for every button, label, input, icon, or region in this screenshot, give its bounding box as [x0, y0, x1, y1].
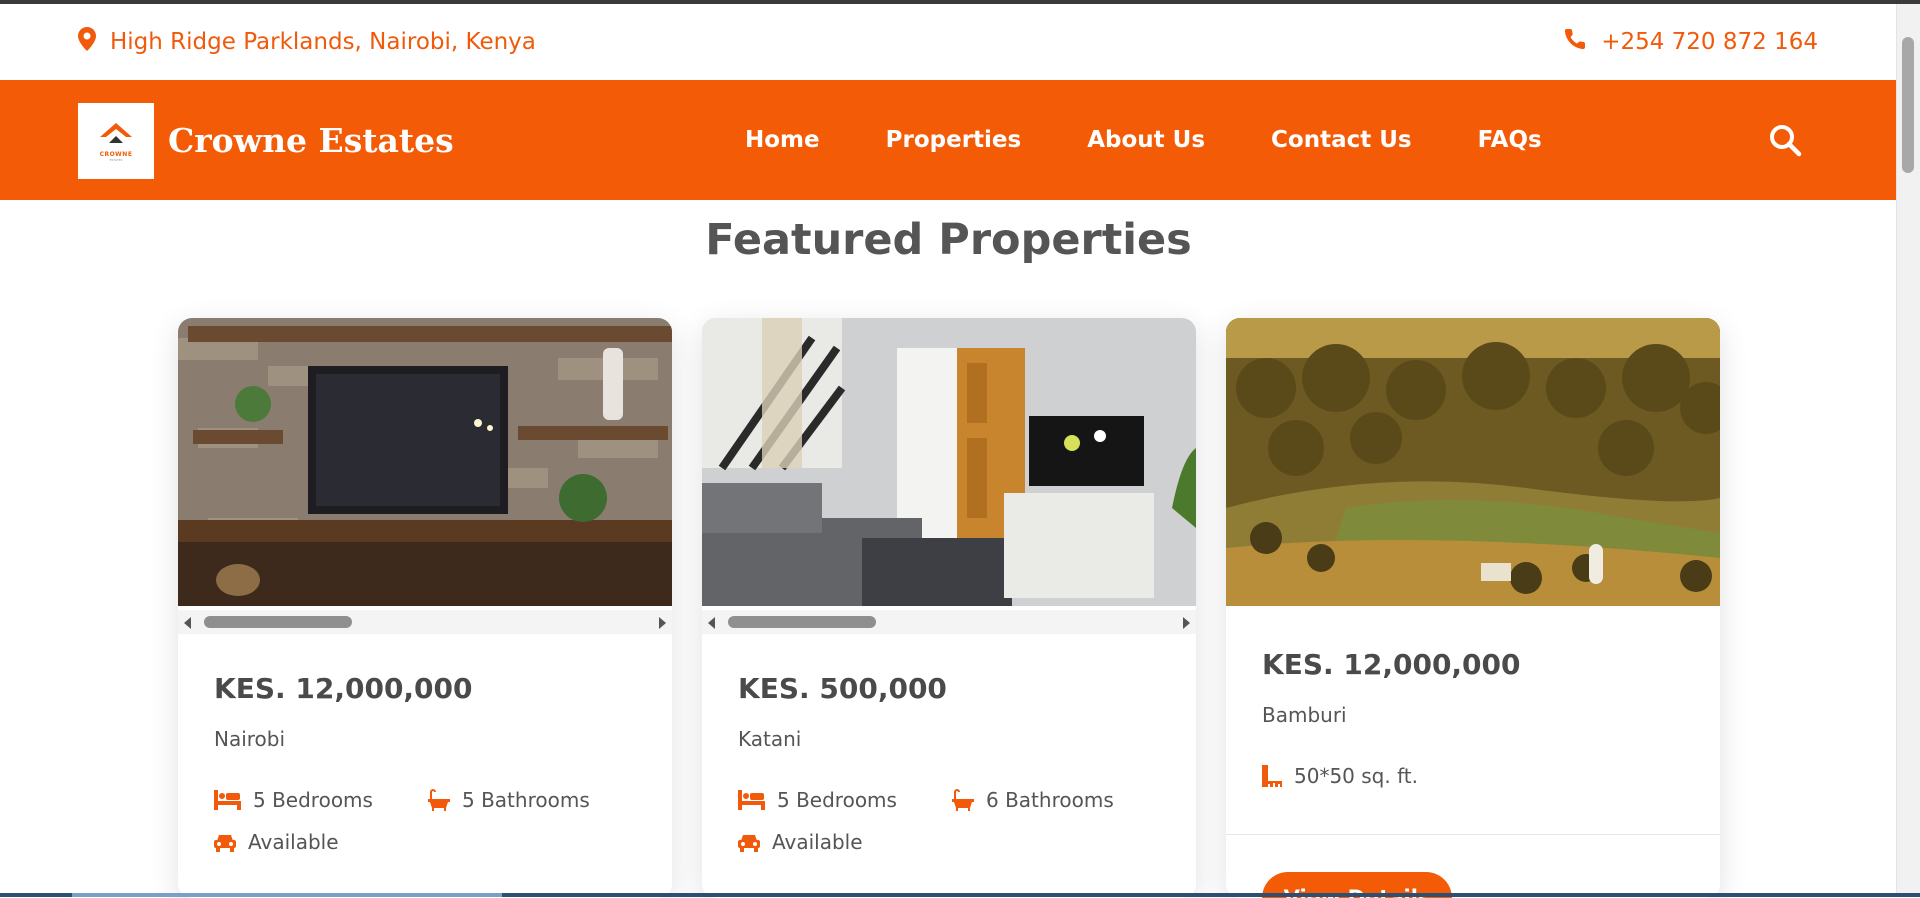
bath-icon	[952, 789, 974, 811]
section-title: Featured Properties	[705, 215, 1192, 265]
scroll-thumb[interactable]	[204, 616, 352, 628]
logo[interactable]: CROWNE ESTATES	[78, 103, 154, 179]
status-feature: Available	[738, 830, 863, 854]
property-card[interactable]: KES. 500,000 Katani 5 Bedrooms 6 Bathroo…	[702, 318, 1196, 898]
property-image[interactable]	[1226, 318, 1720, 610]
primary-nav: Home Properties About Us Contact Us FAQs	[745, 80, 1608, 200]
property-location: Katani	[738, 727, 802, 751]
map-pin-icon	[78, 27, 110, 57]
card-divider	[1226, 834, 1720, 835]
bedrooms-feature: 5 Bedrooms	[214, 788, 373, 812]
size-feature: 50*50 sq. ft.	[1262, 764, 1418, 788]
property-card[interactable]: KES. 12,000,000 Nairobi 5 Bedrooms 5 Bat…	[178, 318, 672, 898]
logo-sub: ESTATES	[109, 157, 123, 162]
nav-home[interactable]: Home	[745, 127, 820, 153]
bathrooms-text: 6 Bathrooms	[986, 788, 1114, 812]
property-location: Bamburi	[1262, 703, 1347, 727]
bedrooms-feature: 5 Bedrooms	[738, 788, 897, 812]
bathrooms-feature: 5 Bathrooms	[428, 788, 590, 812]
property-image[interactable]	[178, 318, 672, 610]
bathrooms-feature: 6 Bathrooms	[952, 788, 1114, 812]
main-navbar: CROWNE ESTATES Crowne Estates Home Prope…	[0, 80, 1897, 200]
window-bottom-edge	[0, 893, 1920, 897]
scroll-left-arrow-icon[interactable]	[708, 617, 715, 629]
phone-text: +254 720 872 164	[1601, 29, 1818, 55]
page-scrollbar[interactable]	[1896, 4, 1920, 893]
bed-icon	[738, 790, 765, 810]
page-scroll-thumb[interactable]	[1902, 37, 1914, 173]
property-price: KES. 12,000,000	[1262, 648, 1521, 681]
property-price: KES. 12,000,000	[214, 672, 473, 705]
phone-info[interactable]: +254 720 872 164	[1563, 4, 1818, 80]
property-image[interactable]	[702, 318, 1196, 610]
bath-icon	[428, 789, 450, 811]
bed-icon	[214, 790, 241, 810]
taskbar-highlight	[72, 893, 502, 897]
nav-properties[interactable]: Properties	[886, 127, 1022, 153]
bedrooms-text: 5 Bedrooms	[253, 788, 373, 812]
house-logo-icon	[100, 122, 132, 143]
image-scrollbar[interactable]	[178, 610, 672, 634]
nav-about-us[interactable]: About Us	[1087, 127, 1205, 153]
phone-icon	[1563, 27, 1601, 57]
ruler-icon	[1262, 765, 1282, 787]
scroll-right-arrow-icon[interactable]	[1183, 617, 1190, 629]
property-location: Nairobi	[214, 727, 286, 751]
status-text: Available	[248, 830, 339, 854]
scroll-left-arrow-icon[interactable]	[184, 617, 191, 629]
car-icon	[214, 835, 236, 852]
bathrooms-text: 5 Bathrooms	[462, 788, 590, 812]
status-feature: Available	[214, 830, 339, 854]
nav-faqs[interactable]: FAQs	[1478, 127, 1542, 153]
nav-contact-us[interactable]: Contact Us	[1271, 127, 1412, 153]
scroll-right-arrow-icon[interactable]	[659, 617, 666, 629]
size-text: 50*50 sq. ft.	[1294, 764, 1418, 788]
search-icon	[1770, 125, 1802, 157]
car-icon	[738, 835, 760, 852]
address-text: High Ridge Parklands, Nairobi, Kenya	[110, 29, 536, 55]
logo-word: CROWNE	[99, 150, 133, 158]
property-card[interactable]: KES. 12,000,000 Bamburi 50*50 sq. ft. Vi…	[1226, 318, 1720, 898]
brand-name[interactable]: Crowne Estates	[168, 80, 454, 200]
image-scrollbar[interactable]	[702, 610, 1196, 634]
search-button[interactable]	[1768, 123, 1802, 161]
address-info: High Ridge Parklands, Nairobi, Kenya	[78, 4, 536, 80]
status-text: Available	[772, 830, 863, 854]
property-price: KES. 500,000	[738, 672, 947, 705]
scroll-thumb[interactable]	[728, 616, 876, 628]
bedrooms-text: 5 Bedrooms	[777, 788, 897, 812]
info-bar: High Ridge Parklands, Nairobi, Kenya +25…	[0, 4, 1897, 80]
